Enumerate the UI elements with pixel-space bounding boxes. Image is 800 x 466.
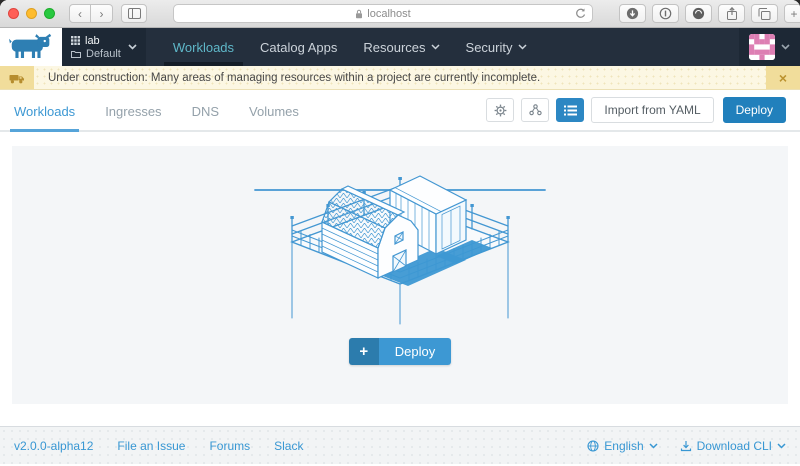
banner-close-button[interactable]: × [766, 66, 800, 89]
plus-icon: + [790, 7, 797, 21]
chevron-down-icon [781, 44, 790, 50]
app-footer: v2.0.0-alpha12 File an Issue Forums Slac… [0, 426, 800, 464]
reload-button[interactable] [574, 7, 587, 20]
window-controls [8, 8, 55, 19]
list-view-button[interactable] [556, 98, 584, 122]
import-yaml-button[interactable]: Import from YAML [591, 97, 713, 123]
chevron-down-icon [128, 44, 137, 50]
section-tabs: Workloads Ingresses DNS Volumes [0, 90, 800, 132]
tab-dns[interactable]: DNS [192, 104, 219, 130]
chevron-down-icon [518, 44, 527, 50]
url-text: localhost [367, 8, 410, 20]
tab-workloads[interactable]: Workloads [14, 104, 75, 130]
deploy-button-top[interactable]: Deploy [723, 97, 786, 123]
close-icon: × [779, 70, 787, 86]
share-button[interactable] [718, 4, 745, 23]
download-cli-menu[interactable]: Download CLI [680, 439, 786, 453]
toolbar-extensions: + [619, 4, 792, 23]
language-selector[interactable]: English [587, 439, 657, 453]
folder-icon [71, 50, 81, 58]
download-cli-label: Download CLI [697, 439, 772, 453]
back-button[interactable]: ‹ [69, 4, 91, 23]
empty-state-panel: + Deploy [12, 146, 788, 404]
tab-volumes[interactable]: Volumes [249, 104, 299, 130]
tab-overview-button[interactable] [751, 4, 778, 23]
extension-one-button[interactable] [652, 4, 679, 23]
settings-view-button[interactable] [486, 98, 514, 122]
tab-ingresses[interactable]: Ingresses [105, 104, 161, 130]
project-selector[interactable]: lab Default [62, 28, 146, 66]
lock-icon [355, 9, 363, 19]
globe-icon [587, 440, 599, 452]
forward-icon: › [100, 7, 104, 21]
truck-icon [9, 72, 25, 84]
dark-circle-icon [692, 7, 705, 20]
nav-item-security[interactable]: Security [453, 28, 540, 66]
browser-window: ‹ › localhost [0, 0, 800, 466]
under-construction-banner: Under construction: Many areas of managi… [0, 66, 800, 90]
gear-icon [494, 104, 507, 117]
banner-icon-cell [0, 66, 34, 89]
slack-link[interactable]: Slack [274, 439, 303, 453]
view-controls: Import from YAML Deploy [486, 97, 786, 130]
forward-button[interactable]: › [91, 4, 113, 23]
main-nav: Workloads Catalog Apps Resources Securit… [160, 28, 540, 66]
forums-link[interactable]: Forums [209, 439, 250, 453]
history-nav: ‹ › [69, 4, 113, 23]
cluster-icon [71, 36, 80, 45]
minimize-window-button[interactable] [26, 8, 37, 19]
avatar [749, 34, 775, 60]
group-nodes-icon [529, 104, 542, 116]
app-header: lab Default Workloads Catalog Apps Resou… [0, 28, 800, 66]
chevron-down-icon [649, 443, 658, 449]
sidebar-toggle-button[interactable] [121, 4, 147, 23]
main-content: + Deploy [0, 132, 800, 426]
back-icon: ‹ [78, 7, 82, 21]
banner-message: Under construction: Many areas of managi… [48, 72, 540, 84]
info-circle-icon [659, 7, 672, 20]
rancher-cow-icon [9, 33, 53, 61]
share-icon [726, 7, 738, 21]
zoom-window-button[interactable] [44, 8, 55, 19]
list-icon [564, 105, 577, 116]
close-window-button[interactable] [8, 8, 19, 19]
version-link[interactable]: v2.0.0-alpha12 [14, 439, 93, 453]
new-tab-button[interactable]: + [784, 4, 800, 23]
sidebar-icon [128, 8, 141, 19]
download-circle-icon [626, 7, 639, 20]
project-name: Default [86, 48, 121, 60]
user-menu[interactable] [739, 28, 800, 66]
download-icon [680, 440, 692, 452]
file-issue-link[interactable]: File an Issue [117, 439, 185, 453]
downloads-button[interactable] [619, 4, 646, 23]
nav-item-workloads[interactable]: Workloads [160, 28, 247, 66]
deploy-button-empty-state[interactable]: + Deploy [349, 338, 451, 365]
chevron-down-icon [431, 44, 440, 50]
extension-two-button[interactable] [685, 4, 712, 23]
farm-illustration [240, 150, 560, 330]
nav-item-catalog-apps[interactable]: Catalog Apps [247, 28, 350, 66]
group-view-button[interactable] [521, 98, 549, 122]
browser-chrome: ‹ › localhost [0, 0, 800, 28]
plus-icon: + [359, 343, 368, 360]
language-label: English [604, 439, 643, 453]
chevron-down-icon [777, 443, 786, 449]
nav-item-resources[interactable]: Resources [350, 28, 452, 66]
address-bar[interactable]: localhost [173, 4, 593, 23]
rancher-logo[interactable] [0, 28, 62, 66]
tabs-icon [758, 8, 771, 20]
reload-icon [574, 7, 587, 20]
cluster-name: lab [85, 35, 100, 47]
